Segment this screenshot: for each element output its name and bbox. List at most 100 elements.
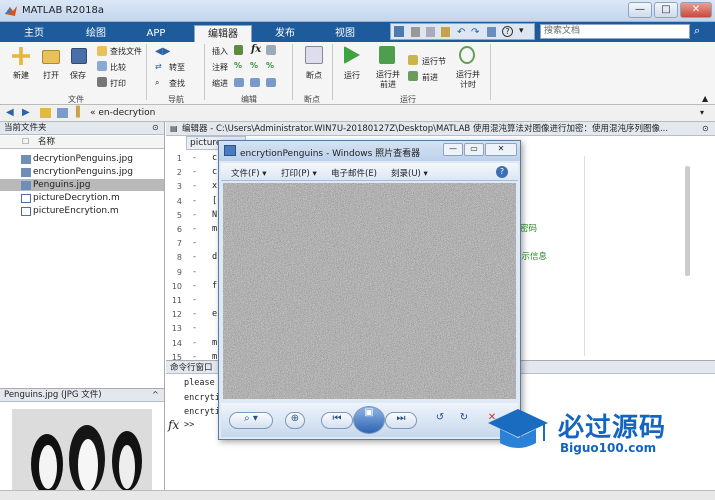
viewer-close-button[interactable]: ✕ [485,143,517,156]
breakpoints-icon[interactable] [305,46,323,64]
indent-button[interactable]: 缩进 [212,78,228,89]
rotate-left-icon[interactable]: ↺ [431,412,449,429]
advance-button[interactable]: 前进 [422,72,438,83]
decrease-indent-icon[interactable] [266,78,276,87]
run-marker[interactable]: - [192,295,197,305]
tab-apps[interactable]: APP [134,25,178,42]
maximize-button[interactable]: □ [654,2,678,18]
run-marker[interactable]: - [192,252,197,262]
path-dropdown-icon[interactable]: ▾ [700,108,704,117]
print-button[interactable]: 打印 [110,78,126,89]
code-line[interactable]: c [212,167,217,177]
tab-plots[interactable]: 绘图 [74,25,118,42]
current-path[interactable]: « en-decrytion [90,108,155,118]
increase-indent-icon[interactable] [250,78,260,87]
save-button[interactable]: 保存 [70,70,86,81]
code-line[interactable]: f [212,281,217,291]
run-marker[interactable]: - [192,309,197,319]
tab-home[interactable]: 主页 [14,25,54,42]
code-line[interactable]: d [212,252,217,262]
run-marker[interactable]: - [192,196,197,206]
rotate-right-icon[interactable]: ↻ [455,412,473,429]
run-marker[interactable]: - [192,267,197,277]
fx-icon[interactable]: fx [251,44,261,55]
file-row-picturedecrytion-m[interactable]: pictureDecrytion.m [0,192,164,204]
code-line[interactable]: m [212,338,217,348]
new-button[interactable]: 新建 [13,70,29,81]
previous-icon[interactable]: ⏮ [321,412,353,429]
tab-publish[interactable]: 发布 [262,25,308,42]
file-row-pictureencrytion-m[interactable]: pictureEncrytion.m [0,205,164,217]
menu-print[interactable]: 打印(P) ▾ [281,167,317,179]
run-marker[interactable]: - [192,210,197,220]
run-button[interactable]: 运行 [344,70,360,81]
help-icon[interactable]: ? [496,166,508,178]
viewer-maximize-button[interactable]: ▭ [464,143,484,156]
slideshow-icon[interactable]: ▣ [353,406,385,434]
panel-menu-icon[interactable]: ⊙ [152,123,159,132]
open-button[interactable]: 打开 [43,70,59,81]
search-docs-input[interactable]: 搜索文档 [540,24,690,39]
code-line[interactable]: c [212,153,217,163]
fx-icon[interactable]: fx [168,418,179,432]
find-files-button[interactable]: 查找文件 [110,46,142,57]
help-icon[interactable]: ? [502,26,513,37]
code-line[interactable]: e [212,309,217,319]
viewer-minimize-button[interactable]: — [443,143,463,156]
run-marker[interactable]: - [192,281,197,291]
open-folder-icon[interactable] [42,50,60,64]
run-marker[interactable]: - [192,323,197,333]
browse-icon[interactable] [57,108,68,118]
tab-editor[interactable]: 编辑器 [194,25,252,42]
save-icon[interactable] [394,26,404,37]
run-marker[interactable]: - [192,238,197,248]
file-row-encrytion-jpg[interactable]: encrytionPenguins.jpg [0,166,164,178]
forward-icon[interactable]: ▶ [22,107,30,118]
wrap-comment-icon[interactable]: % [266,61,274,70]
format-icon[interactable] [266,45,276,55]
run-marker[interactable]: - [192,181,197,191]
search-icon[interactable]: ⌕ [694,24,700,38]
dropdown-icon[interactable]: ▾ [519,26,524,36]
menu-file[interactable]: 文件(F) ▾ [231,167,267,179]
code-line[interactable]: x [212,181,217,191]
redo-icon[interactable]: ↷ [471,27,479,38]
breakpoints-button[interactable]: 断点 [306,70,322,81]
paste-icon[interactable] [441,27,450,37]
run-marker[interactable]: - [192,153,197,163]
run-marker[interactable]: - [192,338,197,348]
file-row-decrytion-jpg[interactable]: decrytionPenguins.jpg [0,153,164,165]
zoom-button[interactable]: ⌕ ▾ [229,412,273,429]
code-line[interactable]: m [212,224,217,234]
code-line[interactable]: N [212,210,217,220]
smart-indent-icon[interactable] [234,78,244,87]
run-advance-button[interactable]: 运行并前进 [374,70,402,90]
nav-back-icon[interactable]: ◀▶ [155,46,170,57]
actual-size-icon[interactable]: ⊕ [285,412,305,429]
comment-percent-icon[interactable]: % [234,61,242,70]
undo-icon[interactable]: ↶ [457,27,465,38]
save-icon[interactable] [71,48,87,64]
menu-burn[interactable]: 刻录(U) ▾ [391,167,428,179]
insert-icon[interactable] [234,45,243,55]
find-button[interactable]: 查找 [169,78,185,89]
run-marker[interactable]: - [192,224,197,234]
copy-icon[interactable] [426,27,435,37]
next-icon[interactable]: ⏭ [385,412,417,429]
comment-button[interactable]: 注释 [212,62,228,73]
uncomment-icon[interactable]: % [250,61,258,70]
editor-scrollbar[interactable] [685,166,690,276]
collapse-ribbon-icon[interactable]: ▲ [702,94,708,103]
goto-button[interactable]: 转至 [169,62,185,73]
close-button[interactable]: ✕ [680,2,712,18]
switch-windows-icon[interactable] [487,27,496,37]
up-folder-icon[interactable] [40,108,51,118]
code-line[interactable]: [ [212,196,217,206]
tab-view[interactable]: 视图 [322,25,368,42]
run-time-button[interactable]: 运行并计时 [454,70,482,90]
run-time-icon[interactable] [459,46,475,64]
editor-menu-icon[interactable]: ⊙ [702,124,709,133]
minimize-button[interactable]: — [628,2,652,18]
back-icon[interactable]: ◀ [6,107,14,118]
run-advance-icon[interactable] [379,46,395,64]
